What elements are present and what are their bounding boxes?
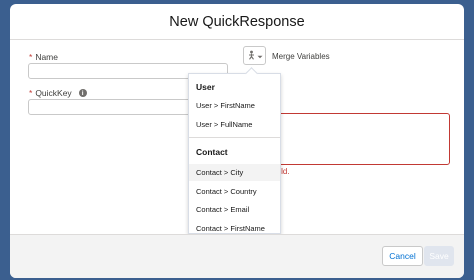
merge-variables-label: Merge Variables [272, 52, 330, 61]
modal-footer: Cancel Save [10, 234, 464, 278]
dropdown-item-contact-country[interactable]: Contact > Country [189, 183, 280, 200]
dropdown-divider [189, 137, 280, 138]
quick-response-modal: New QuickResponse * Name * QuickKey i th… [10, 4, 464, 278]
message-textarea[interactable] [258, 113, 450, 165]
dropdown-item-contact-email[interactable]: Contact > Email [189, 201, 280, 218]
quickkey-label-text: QuickKey [35, 88, 72, 98]
modal-header: New QuickResponse [10, 4, 464, 40]
cancel-button[interactable]: Cancel [382, 246, 423, 266]
merge-variables-button[interactable] [243, 46, 266, 65]
dropdown-item-contact-city[interactable]: Contact > City [189, 164, 280, 181]
info-icon[interactable]: i [78, 89, 87, 97]
dropdown-item-contact-firstname[interactable]: Contact > FirstName [189, 220, 280, 233]
chevron-down-icon [257, 47, 263, 65]
name-label: * Name [29, 52, 58, 62]
modal-title: New QuickResponse [169, 13, 305, 30]
required-marker: * [29, 52, 33, 62]
quickkey-label: * QuickKey i [29, 88, 87, 98]
dropdown-item-user-firstname[interactable]: User > FirstName [189, 97, 280, 114]
person-merge-icon [247, 47, 256, 65]
required-marker: * [29, 88, 33, 98]
name-label-text: Name [35, 52, 58, 62]
save-button[interactable]: Save [424, 246, 454, 266]
dropdown-item-user-fullname[interactable]: User > FullName [189, 116, 280, 133]
dropdown-group-contact: Contact [196, 147, 228, 157]
merge-variables-dropdown: User User > FirstName User > FullName Co… [188, 73, 281, 234]
dropdown-group-user: User [196, 82, 215, 92]
